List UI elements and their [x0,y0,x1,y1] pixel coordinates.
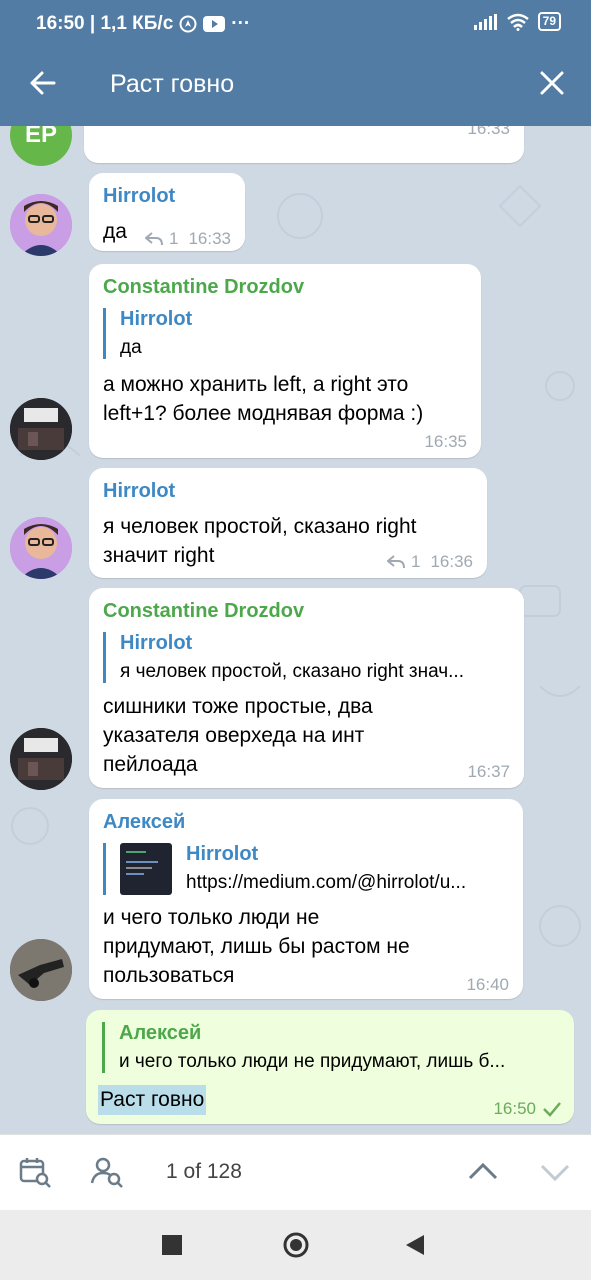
check-icon [543,1102,561,1117]
outgoing-message-bubble[interactable]: Алексей и чего только люди не придумают,… [86,1010,574,1124]
close-icon[interactable] [537,68,567,98]
reply-quote[interactable]: Алексей и чего только люди не придумают,… [102,1022,505,1073]
chat-area: EP 16:33 Hirrolot да 1 16:33 Constantine… [0,126,591,1134]
avatar-aleksey[interactable] [10,939,72,1001]
reply-quote[interactable]: Hirrolot да [103,308,192,359]
chevron-up-icon[interactable] [466,1155,500,1189]
calendar-search-icon[interactable] [18,1155,52,1189]
message-text: и чего только люди не придумают, лишь бы… [103,906,410,987]
chevron-down-icon[interactable] [538,1155,572,1189]
message-time-text: 16:50 [493,1099,536,1118]
youtube-icon [203,16,226,32]
quote-text: https://medium.com/@hirrolot/u... [186,872,467,893]
quote-author: Hirrolot [120,632,193,654]
signal-icon [473,13,497,30]
person-avatar-icon [10,517,72,579]
message-bubble[interactable]: Алексей Hirrolot https://medium.com/@hir… [89,799,523,999]
message-text: а можно хранить left, а right это left+1… [103,373,424,425]
message-text-highlighted: Раст говно [98,1085,207,1115]
message-sender: Constantine Drozdov [103,600,305,622]
quote-text: да [120,337,142,358]
status-text: 16:50 | 1,1 КБ/с [36,13,174,34]
link-preview-thumbnail [120,843,172,895]
message-sender: Constantine Drozdov [103,276,305,298]
avatar-hirrolot[interactable] [10,517,72,579]
status-bar: 16:50 | 1,1 КБ/с ··· 79 [0,0,591,42]
search-query-title[interactable]: Раст говно [110,70,234,99]
replies-counter[interactable]: 1 [387,552,420,572]
wifi-icon [506,13,529,31]
quote-author: Hirrolot [120,308,193,330]
message-bubble[interactable]: Hirrolot да 1 16:33 [89,173,245,251]
message-time: 16:40 [466,975,509,994]
replies-count: 1 [411,552,421,571]
message-text: сишники тоже простые, два указателя овер… [103,695,373,776]
quote-text: и чего только люди не придумают, лишь б.… [119,1051,506,1072]
person-avatar-icon [10,194,72,256]
message-bubble[interactable]: Constantine Drozdov Hirrolot да а можно … [89,264,481,458]
avatar-constantine[interactable] [10,728,72,790]
photo-avatar-icon [10,939,72,1001]
message-time: 16:33 [188,229,231,248]
home-circle-icon[interactable] [282,1231,310,1259]
reply-quote[interactable]: Hirrolot https://medium.com/@hirrolot/u.… [103,843,466,895]
replies-counter[interactable]: 1 [145,229,178,249]
message-bubble[interactable]: 16:33 [84,126,524,163]
user-search-icon[interactable] [90,1155,124,1189]
message-sender: Hirrolot [103,185,176,207]
more-icon: ··· [231,13,251,34]
quote-text: я человек простой, сказано right знач... [120,661,464,682]
search-navigation-bar: 1 of 128 [0,1134,591,1211]
navigator-icon [179,15,197,33]
message-bubble[interactable]: Hirrolot я человек простой, сказано righ… [89,468,487,578]
message-text: я человек простой, сказано right значит … [103,515,417,567]
avatar-constantine[interactable] [10,398,72,460]
back-triangle-icon[interactable] [404,1234,426,1256]
message-time: 16:35 [424,432,467,451]
reply-icon [387,555,405,569]
room-photo-icon [10,728,72,790]
reply-icon [145,232,163,246]
system-navigation-bar [0,1210,591,1280]
room-photo-icon [10,398,72,460]
message-time: 16:37 [467,762,510,781]
back-arrow-icon[interactable] [28,68,58,98]
message-time: 16:36 [430,552,473,571]
message-sender: Алексей [103,811,186,833]
replies-count: 1 [169,229,179,248]
recents-square-icon[interactable] [162,1235,182,1255]
avatar-hirrolot[interactable] [10,194,72,256]
search-results-counter: 1 of 128 [166,1160,242,1183]
quote-author: Hirrolot [186,843,259,865]
quote-author: Алексей [119,1022,202,1044]
battery-icon: 79 [537,12,561,31]
message-time: 16:50 [493,1099,562,1119]
message-sender: Hirrolot [103,480,176,502]
reply-quote[interactable]: Hirrolot я человек простой, сказано righ… [103,632,464,683]
message-time: 16:33 [467,126,510,138]
search-header: Раст говно [0,42,591,126]
message-bubble[interactable]: Constantine Drozdov Hirrolot я человек п… [89,588,524,788]
message-text: да [103,220,127,243]
